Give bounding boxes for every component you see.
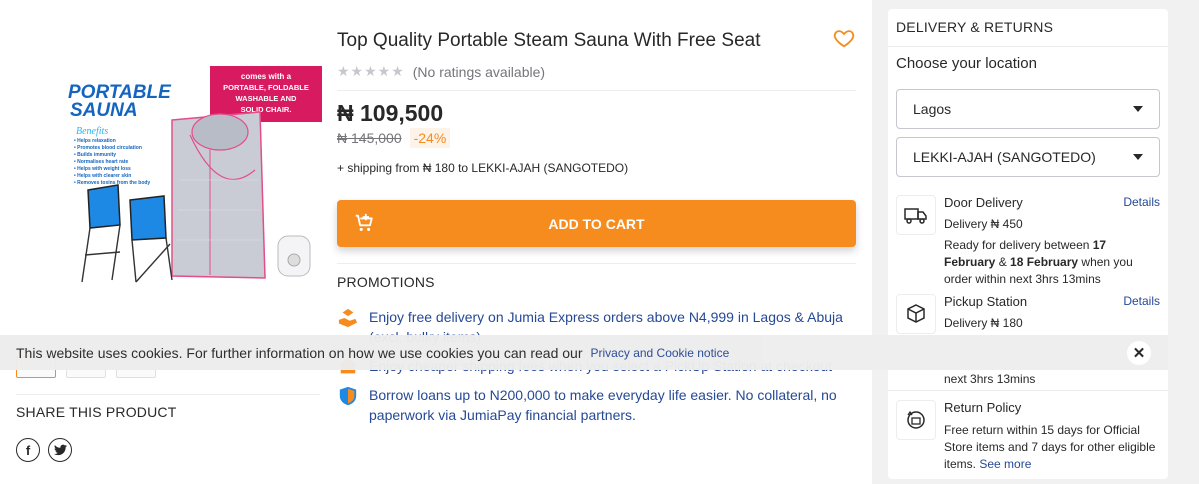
add-to-cart-label: ADD TO CART [548, 215, 645, 232]
rating-stars: ★★★★★ [337, 63, 405, 79]
banner-line-3: WASHABLE AND [236, 94, 298, 103]
return-policy-title: Return Policy [944, 400, 1022, 415]
door-delivery-eta: Ready for delivery between 17 February &… [944, 237, 1160, 287]
shipping-amount: ₦ 180 [422, 161, 455, 175]
divider [16, 394, 320, 395]
old-price-row: ₦ 145,000 -24% [337, 128, 451, 148]
benefit-item: • Promotes blood circulation [74, 145, 142, 151]
eta-date-end: 18 February [1010, 254, 1079, 269]
twitter-bird-icon [53, 444, 67, 456]
delivery-returns-panel: DELIVERY & RETURNS Choose your location … [888, 9, 1168, 479]
pickup-box-icon [896, 294, 936, 334]
region-select[interactable]: Lagos [896, 89, 1160, 129]
rating-text[interactable]: (No ratings available) [413, 64, 545, 80]
banner-line-2: PORTABLE, FOLDABLE [223, 83, 309, 92]
caret-down-icon [1133, 106, 1143, 112]
delivery-header: DELIVERY & RETURNS [888, 9, 1168, 47]
promotion-item-loans[interactable]: Borrow loans up to N200,000 to make ever… [337, 386, 856, 425]
close-cookie-button[interactable]: ✕ [1127, 341, 1151, 365]
banner-line-1: comes with a [241, 72, 292, 81]
see-more-link[interactable]: See more [979, 457, 1031, 471]
eta-joiner: & [995, 254, 1011, 269]
region-value: Lagos [913, 101, 952, 117]
product-image[interactable]: comes with a PORTABLE, FOLDABLE WASHABLE… [60, 60, 325, 300]
cart-add-icon [355, 213, 373, 231]
shipping-info: + shipping from ₦ 180 to LEKKI-AJAH (SAN… [337, 161, 628, 175]
return-icon [896, 400, 936, 440]
pickup-station-eta: next 3hrs 13mins [944, 372, 1036, 386]
shipping-destination: to LEKKI-AJAH (SANGOTEDO) [454, 161, 629, 175]
city-value: LEKKI-AJAH (SANGOTEDO) [913, 149, 1096, 165]
close-icon: ✕ [1132, 345, 1146, 362]
facebook-icon[interactable]: f [16, 438, 40, 462]
divider [337, 90, 856, 91]
share-title: SHARE THIS PRODUCT [16, 404, 177, 420]
benefit-item: • Helps with clearer skin [74, 173, 131, 179]
discount-badge: -24% [409, 128, 451, 148]
share-icons: f [16, 438, 72, 462]
pickup-station-title: Pickup Station [944, 294, 1028, 309]
express-delivery-icon [338, 308, 358, 328]
twitter-icon[interactable] [48, 438, 72, 462]
product-card: comes with a PORTABLE, FOLDABLE WASHABLE… [0, 0, 872, 484]
door-delivery-details-link[interactable]: Details [1123, 195, 1160, 209]
benefit-item: • Helps relaxation [74, 138, 116, 144]
pickup-station-details-link[interactable]: Details [1123, 294, 1160, 308]
rating-row: ★★★★★ (No ratings available) [337, 63, 545, 80]
current-price: ₦ 109,500 [337, 100, 444, 126]
door-delivery-title: Door Delivery [944, 195, 1023, 210]
image-headline-2: SAUNA [70, 100, 138, 121]
caret-down-icon [1133, 154, 1143, 160]
shield-icon [339, 386, 357, 406]
pickup-station-price: Delivery ₦ 180 [944, 316, 1023, 330]
door-delivery-price: Delivery ₦ 450 [944, 217, 1023, 231]
city-select[interactable]: LEKKI-AJAH (SANGOTEDO) [896, 137, 1160, 177]
old-price: ₦ 145,000 [337, 130, 402, 146]
facebook-glyph: f [25, 442, 31, 458]
divider [337, 263, 856, 264]
truck-icon [896, 195, 936, 235]
promotion-text-loans: Borrow loans up to N200,000 to make ever… [369, 387, 837, 423]
cookie-text: This website uses cookies. For further i… [16, 344, 583, 361]
image-script: Benefits [76, 126, 108, 137]
privacy-cookie-link[interactable]: Privacy and Cookie notice [591, 346, 730, 360]
benefit-item: • Normalises heart rate [74, 159, 128, 165]
benefit-item: • Removes toxins from the body [74, 180, 150, 186]
benefit-item: • Builds immunity [74, 152, 116, 158]
add-to-cart-button[interactable]: ADD TO CART [337, 200, 856, 247]
promotions-title: PROMOTIONS [337, 274, 435, 290]
shipping-prefix: + shipping from [337, 161, 423, 175]
choose-location-title: Choose your location [896, 55, 1037, 72]
divider [888, 390, 1168, 391]
product-title: Top Quality Portable Steam Sauna With Fr… [337, 30, 761, 51]
return-policy-text: Free return within 15 days for Official … [944, 422, 1160, 472]
return-policy-description: Free return within 15 days for Official … [944, 423, 1156, 471]
benefit-item: • Helps with weight loss [74, 166, 131, 172]
cookie-banner: This website uses cookies. For further i… [0, 335, 1168, 370]
heart-icon[interactable] [833, 27, 855, 49]
eta-prefix: Ready for delivery between [944, 238, 1093, 252]
